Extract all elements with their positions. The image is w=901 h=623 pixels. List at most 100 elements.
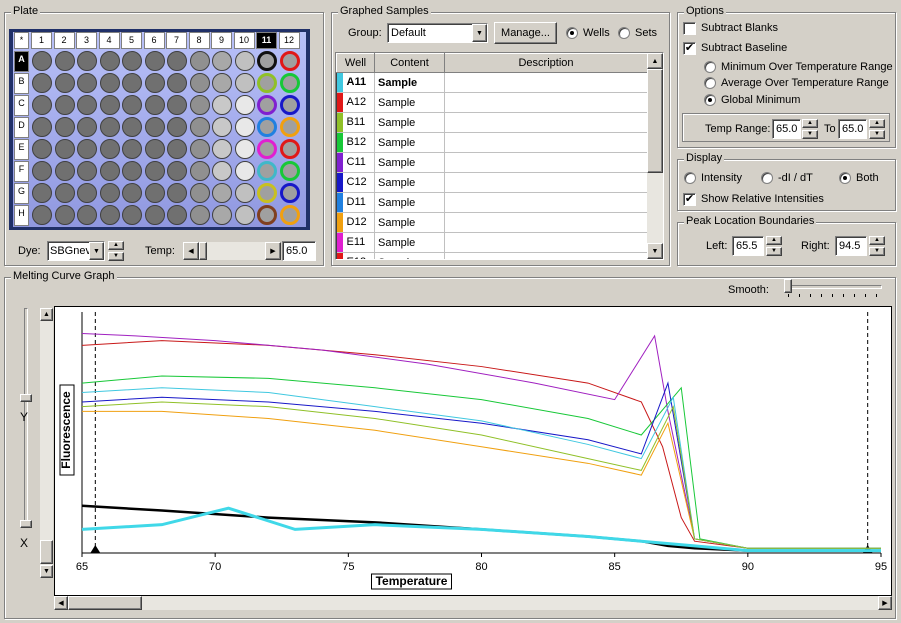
plate-well[interactable] <box>189 205 210 225</box>
plate-well[interactable] <box>257 161 277 181</box>
plate-well[interactable] <box>257 139 277 159</box>
plate-well[interactable] <box>122 73 142 93</box>
samples-scroll-down[interactable]: ▼ <box>647 243 663 259</box>
plate-well[interactable] <box>257 205 277 225</box>
plate-well[interactable] <box>189 183 210 203</box>
plate-well[interactable] <box>234 51 255 71</box>
plate-well[interactable] <box>212 205 232 225</box>
plate-well[interactable] <box>257 51 277 71</box>
plate-well[interactable] <box>122 139 142 159</box>
plate-well[interactable] <box>122 51 142 71</box>
plate-well[interactable] <box>144 183 165 203</box>
plate-well[interactable] <box>279 161 300 181</box>
plate-well[interactable] <box>189 117 210 137</box>
plate-well[interactable] <box>257 95 277 115</box>
plate-well[interactable] <box>54 139 75 159</box>
plate-column-header[interactable]: 5 <box>121 32 142 49</box>
plate-column-header[interactable]: 7 <box>166 32 187 49</box>
plate-row-header[interactable]: G <box>14 183 29 204</box>
graph-hscroll[interactable]: ◀ ▶ <box>54 596 892 610</box>
plate-well[interactable] <box>144 117 165 137</box>
graph-hscroll-thumb[interactable] <box>68 596 142 610</box>
dye-dropdown-button[interactable]: ▼ <box>89 242 104 260</box>
left-down[interactable]: ▼ <box>766 247 782 256</box>
plate-well[interactable] <box>99 73 120 93</box>
plate-well[interactable] <box>212 73 232 93</box>
plate-row-header[interactable]: A <box>14 51 29 72</box>
graph-vscroll-thumb[interactable] <box>40 540 53 564</box>
graph-scroll-down[interactable]: ▼ <box>40 565 53 578</box>
left-spinner[interactable]: ▲ ▼ <box>766 236 782 256</box>
plate-well[interactable] <box>167 117 187 137</box>
plate-well[interactable] <box>234 117 255 137</box>
temp-to-up[interactable]: ▲ <box>869 119 885 128</box>
header-description[interactable]: Description <box>444 53 648 73</box>
plate-well[interactable] <box>77 205 97 225</box>
temp-range-to[interactable]: 65.0 <box>838 119 867 139</box>
plate-well[interactable] <box>54 205 75 225</box>
left-up[interactable]: ▲ <box>766 236 782 245</box>
plate-well[interactable] <box>279 183 300 203</box>
plate-well[interactable] <box>144 205 165 225</box>
group-dropdown-button[interactable]: ▼ <box>472 24 487 42</box>
plate-well[interactable] <box>257 117 277 137</box>
show-relative-checkbox[interactable]: ✔ <box>683 193 696 206</box>
smooth-thumb[interactable] <box>784 279 792 293</box>
table-row[interactable]: D12 Sample <box>336 212 648 233</box>
plate-well[interactable] <box>77 139 97 159</box>
dye-select[interactable]: SBGnev ▼ <box>47 241 105 261</box>
plate-well[interactable] <box>99 161 120 181</box>
plate-row-header[interactable]: D <box>14 117 29 138</box>
plate-row-header[interactable]: H <box>14 205 29 226</box>
right-down[interactable]: ▼ <box>869 247 885 256</box>
plate-well[interactable] <box>122 117 142 137</box>
plate-well[interactable] <box>189 51 210 71</box>
x-zoom-thumb[interactable] <box>20 520 32 528</box>
subtract-baseline-checkbox[interactable]: ✔ <box>683 42 696 55</box>
header-content[interactable]: Content <box>374 53 445 73</box>
plate-well[interactable] <box>144 73 165 93</box>
dye-down-button[interactable]: ▼ <box>108 252 124 261</box>
plate-row-header[interactable]: C <box>14 95 29 116</box>
temp-right-arrow[interactable]: ▶ <box>265 242 281 260</box>
min-over-radio[interactable] <box>704 61 716 73</box>
table-row[interactable]: C12 Sample <box>336 172 648 193</box>
plate-well[interactable] <box>279 51 300 71</box>
plate-well[interactable] <box>167 183 187 203</box>
plate-well[interactable] <box>54 51 75 71</box>
dye-up-button[interactable]: ▲ <box>108 241 124 250</box>
plate-well[interactable] <box>99 95 120 115</box>
plate-well[interactable] <box>189 95 210 115</box>
plate-column-header[interactable]: 8 <box>188 32 210 49</box>
temp-from-up[interactable]: ▲ <box>802 119 818 128</box>
plate-well[interactable] <box>189 139 210 159</box>
plate-well[interactable] <box>144 139 165 159</box>
plate-column-header[interactable]: 9 <box>211 32 232 49</box>
plate-well[interactable] <box>77 73 97 93</box>
manage-button[interactable]: Manage... <box>494 22 557 44</box>
plate-well[interactable] <box>32 161 52 181</box>
table-row[interactable]: E12 Sample <box>336 252 648 259</box>
right-field[interactable]: 94.5 <box>835 236 867 256</box>
table-row[interactable]: B11 Sample <box>336 112 648 133</box>
plate-well[interactable] <box>99 205 120 225</box>
graph-scroll-right[interactable]: ▶ <box>878 596 892 610</box>
temp-from-down[interactable]: ▼ <box>802 130 818 139</box>
plate-well[interactable] <box>234 95 255 115</box>
plate-well[interactable] <box>167 161 187 181</box>
global-min-radio[interactable] <box>704 94 716 106</box>
plate-well[interactable] <box>32 205 52 225</box>
plate-well[interactable] <box>122 205 142 225</box>
plate-well[interactable] <box>257 73 277 93</box>
table-row[interactable]: A12 Sample <box>336 92 648 113</box>
plate-well[interactable] <box>99 183 120 203</box>
plate-well[interactable] <box>212 95 232 115</box>
header-well[interactable]: Well <box>336 53 375 73</box>
plate-well[interactable] <box>167 73 187 93</box>
plate-well[interactable] <box>32 183 52 203</box>
plate-well[interactable] <box>189 73 210 93</box>
plate-well[interactable] <box>32 139 52 159</box>
plate-well[interactable] <box>234 139 255 159</box>
plate-well[interactable] <box>122 161 142 181</box>
plate-well[interactable] <box>234 205 255 225</box>
